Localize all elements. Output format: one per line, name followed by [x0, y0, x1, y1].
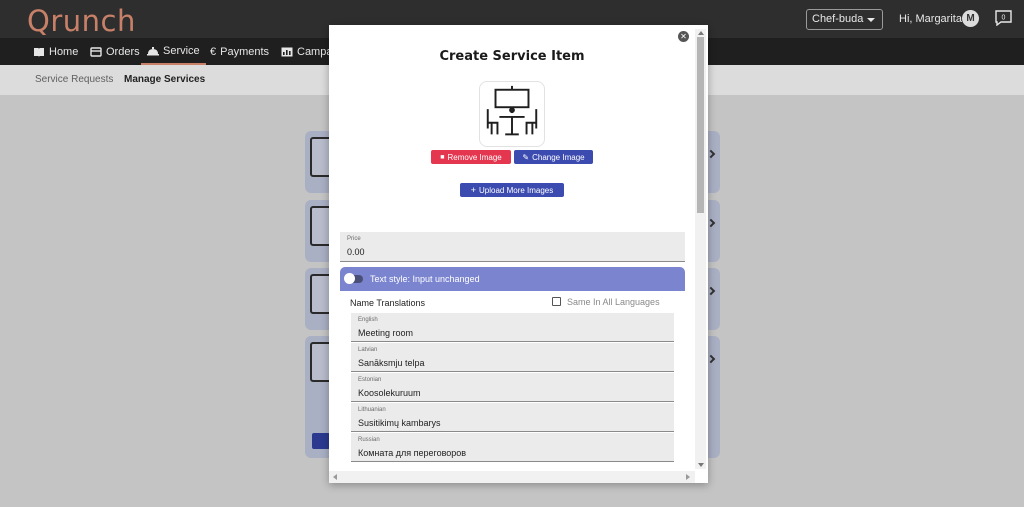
nav-item-orders[interactable]: Orders [90, 38, 140, 65]
price-label: Price [347, 236, 361, 242]
nav-item-label: Home [49, 45, 79, 58]
upload-more-images-button[interactable]: + Upload More Images [460, 183, 564, 197]
scroll-left-arrow-icon[interactable] [333, 474, 337, 480]
venue-select-value: Chef-buda [812, 13, 864, 25]
translation-field-russian[interactable]: Russian Комната для переговоров [351, 433, 674, 462]
change-image-label: Change Image [532, 152, 585, 162]
tab-manage-services[interactable]: Manage Services [124, 74, 205, 85]
close-icon[interactable]: ✕ [678, 31, 689, 42]
card-icon [90, 46, 102, 57]
nav-item-label: Payments [220, 45, 270, 58]
scroll-down-arrow-icon[interactable] [698, 463, 704, 467]
field-label: Estonian [358, 377, 382, 383]
venue-select[interactable]: Chef-buda [806, 9, 883, 30]
same-in-all-languages-checkbox[interactable] [552, 297, 561, 306]
create-service-modal: ✕ Create Service Item ■ Remove Image ✎ C… [329, 25, 708, 483]
euro-icon: € [210, 45, 217, 58]
notification-count: 0 [1002, 15, 1006, 22]
field-label: Russian [358, 437, 380, 443]
translations-header: Name Translations [350, 298, 426, 308]
user-greeting: Hi, Margarita [899, 13, 962, 25]
toggle-knob [344, 273, 355, 284]
field-label: Latvian [358, 347, 378, 353]
chevron-down-icon [867, 18, 875, 22]
field-label: English [358, 317, 378, 323]
meeting-room-icon [486, 85, 538, 136]
chevron-right-icon [706, 218, 716, 228]
chart-icon [281, 47, 293, 56]
chevron-right-icon [706, 354, 716, 364]
scroll-up-arrow-icon[interactable] [698, 31, 704, 35]
chat-icon[interactable]: 0 [995, 10, 1012, 26]
chevron-right-icon [706, 149, 716, 159]
field-value: Susitikimų kambarys [358, 418, 441, 428]
nav-item-service[interactable]: Service [141, 38, 206, 65]
trash-icon: ■ [440, 153, 445, 161]
chevron-right-icon [706, 286, 716, 296]
remove-image-button[interactable]: ■ Remove Image [431, 150, 511, 164]
scroll-thumb[interactable] [697, 37, 704, 213]
bell-icon [147, 46, 159, 55]
field-value: Sanāksmju telpa [358, 358, 425, 368]
field-label: Lithuanian [358, 407, 386, 413]
nav-item-label: Orders [106, 45, 140, 58]
translation-field-estonian[interactable]: Estonian Koosolekuruum [351, 373, 674, 402]
card-button[interactable] [312, 433, 330, 449]
change-image-button[interactable]: ✎ Change Image [514, 150, 593, 164]
vertical-scrollbar[interactable] [695, 29, 706, 469]
translation-field-lithuanian[interactable]: Lithuanian Susitikimų kambarys [351, 403, 674, 432]
field-value: Koosolekuruum [358, 388, 421, 398]
pencil-icon: ✎ [522, 152, 530, 162]
nav-item-label: Service [163, 44, 200, 57]
scroll-right-arrow-icon[interactable] [686, 474, 690, 480]
text-style-toggle[interactable] [344, 273, 363, 284]
service-image [479, 81, 545, 147]
modal-title: Create Service Item [439, 49, 585, 64]
price-field[interactable]: Price 0.00 [340, 232, 685, 262]
translation-field-english[interactable]: English Meeting room [351, 313, 674, 342]
book-icon [34, 47, 44, 57]
nav-item-home[interactable]: Home [33, 38, 78, 65]
text-style-label: Text style: Input unchanged [370, 274, 480, 284]
text-style-bar: Text style: Input unchanged [340, 267, 685, 291]
nav-item-payments[interactable]: € Payments [210, 38, 269, 65]
name-translations: Name Translations Same In All Languages … [340, 291, 685, 481]
upload-more-label: Upload More Images [479, 185, 554, 195]
avatar[interactable]: M [962, 10, 979, 27]
translation-field-latvian[interactable]: Latvian Sanāksmju telpa [351, 343, 674, 372]
price-value: 0.00 [347, 247, 365, 257]
field-value: Meeting room [358, 328, 414, 338]
plus-icon: + [470, 185, 476, 195]
nav-item-campaigns[interactable]: Campa [281, 38, 332, 65]
app-logo[interactable]: Qrunch [27, 4, 136, 38]
nav-item-label: Campa [297, 45, 333, 58]
field-value: Комната для переговоров [358, 448, 467, 458]
remove-image-label: Remove Image [447, 152, 502, 162]
same-in-all-languages-label: Same In All Languages [567, 297, 660, 307]
tab-service-requests[interactable]: Service Requests [35, 74, 113, 85]
horizontal-scrollbar[interactable] [329, 471, 695, 483]
